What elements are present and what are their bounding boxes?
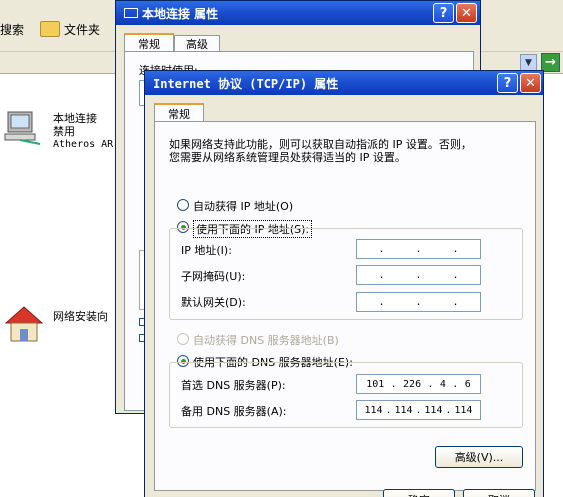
preferred-dns-field[interactable]: 101. 226. 4. 6 [356,374,481,394]
tab-general[interactable]: 常规 [154,103,204,122]
ok-button[interactable]: 确定 [383,489,455,497]
default-gateway-label: 默认网关(D): [181,296,246,309]
local-props-close-button[interactable]: ✕ [456,3,477,23]
local-props-title: 本地连接 属性 [142,6,219,21]
preferred-dns-octet-2: 226 [403,378,422,390]
alternate-dns-octet-4: 114 [454,404,473,416]
local-props-titlebar[interactable]: 本地连接 属性 [116,1,480,25]
description-line-2: 您需要从网络系统管理员处获得适当的 IP 设置。 [169,151,406,164]
tcpip-panel: 如果网络支持此功能，则可以获取自动指派的 IP 设置。否则， 您需要从网络系统管… [154,121,536,491]
tcpip-properties-window: Internet 协议 (TCP/IP) 属性 ? ✕ 常规 如果网络支持此功能… [144,70,544,497]
tab-advanced[interactable]: 高级 [174,35,220,52]
auto-dns-radio [177,333,189,345]
connection-status: 禁用 [53,125,75,138]
folders-button[interactable]: 文件夹 [40,16,100,42]
alternate-dns-octet-2: 114 [394,404,413,416]
network-adapter-icon[interactable] [2,104,42,148]
tcpip-title: Internet 协议 (TCP/IP) 属性 [153,76,339,91]
local-props-help-button[interactable]: ? [433,3,454,23]
folders-label: 文件夹 [64,22,101,37]
preferred-dns-label: 首选 DNS 服务器(P): [181,379,286,392]
network-wizard-icon[interactable] [2,303,46,347]
tab-general[interactable]: 常规 [124,33,174,52]
folder-icon [40,21,60,37]
default-gateway-field[interactable]: ... [356,292,481,312]
tcpip-titlebar[interactable]: Internet 协议 (TCP/IP) 属性 [145,71,543,95]
advanced-button[interactable]: 高级(V)... [435,446,523,468]
ip-address-field[interactable]: ... [356,239,481,259]
network-wizard-label[interactable]: 网络安装向 [53,310,108,323]
tcpip-close-button[interactable]: ✕ [520,73,541,93]
auto-dns-label: 自动获得 DNS 服务器地址(B) [193,334,339,347]
auto-ip-radio[interactable] [177,199,189,211]
auto-ip-label[interactable]: 自动获得 IP 地址(O) [193,198,293,214]
address-dropdown-icon[interactable]: ▼ [520,54,537,71]
alternate-dns-octet-1: 114 [364,404,383,416]
search-label: 搜索 [0,22,25,37]
preferred-dns-octet-3: 4 [439,378,446,390]
connection-name[interactable]: 本地连接 [53,112,97,125]
connection-adapter: Atheros AR [53,139,114,150]
preferred-dns-octet-1: 101 [366,378,385,390]
tcpip-help-button[interactable]: ? [497,73,518,93]
network-icon [124,8,138,18]
preferred-dns-octet-4: 6 [464,378,471,390]
subnet-mask-field[interactable]: ... [356,265,481,285]
subnet-mask-label: 子网掩码(U): [181,270,246,283]
alternate-dns-label: 备用 DNS 服务器(A): [181,405,287,418]
alternate-dns-octet-3: 114 [424,404,443,416]
ip-address-label: IP 地址(I): [181,244,232,257]
search-button[interactable]: 搜索 [0,16,24,42]
cancel-button[interactable]: 取消 [463,489,535,497]
alternate-dns-field[interactable]: 114. 114. 114. 114 [356,400,481,420]
